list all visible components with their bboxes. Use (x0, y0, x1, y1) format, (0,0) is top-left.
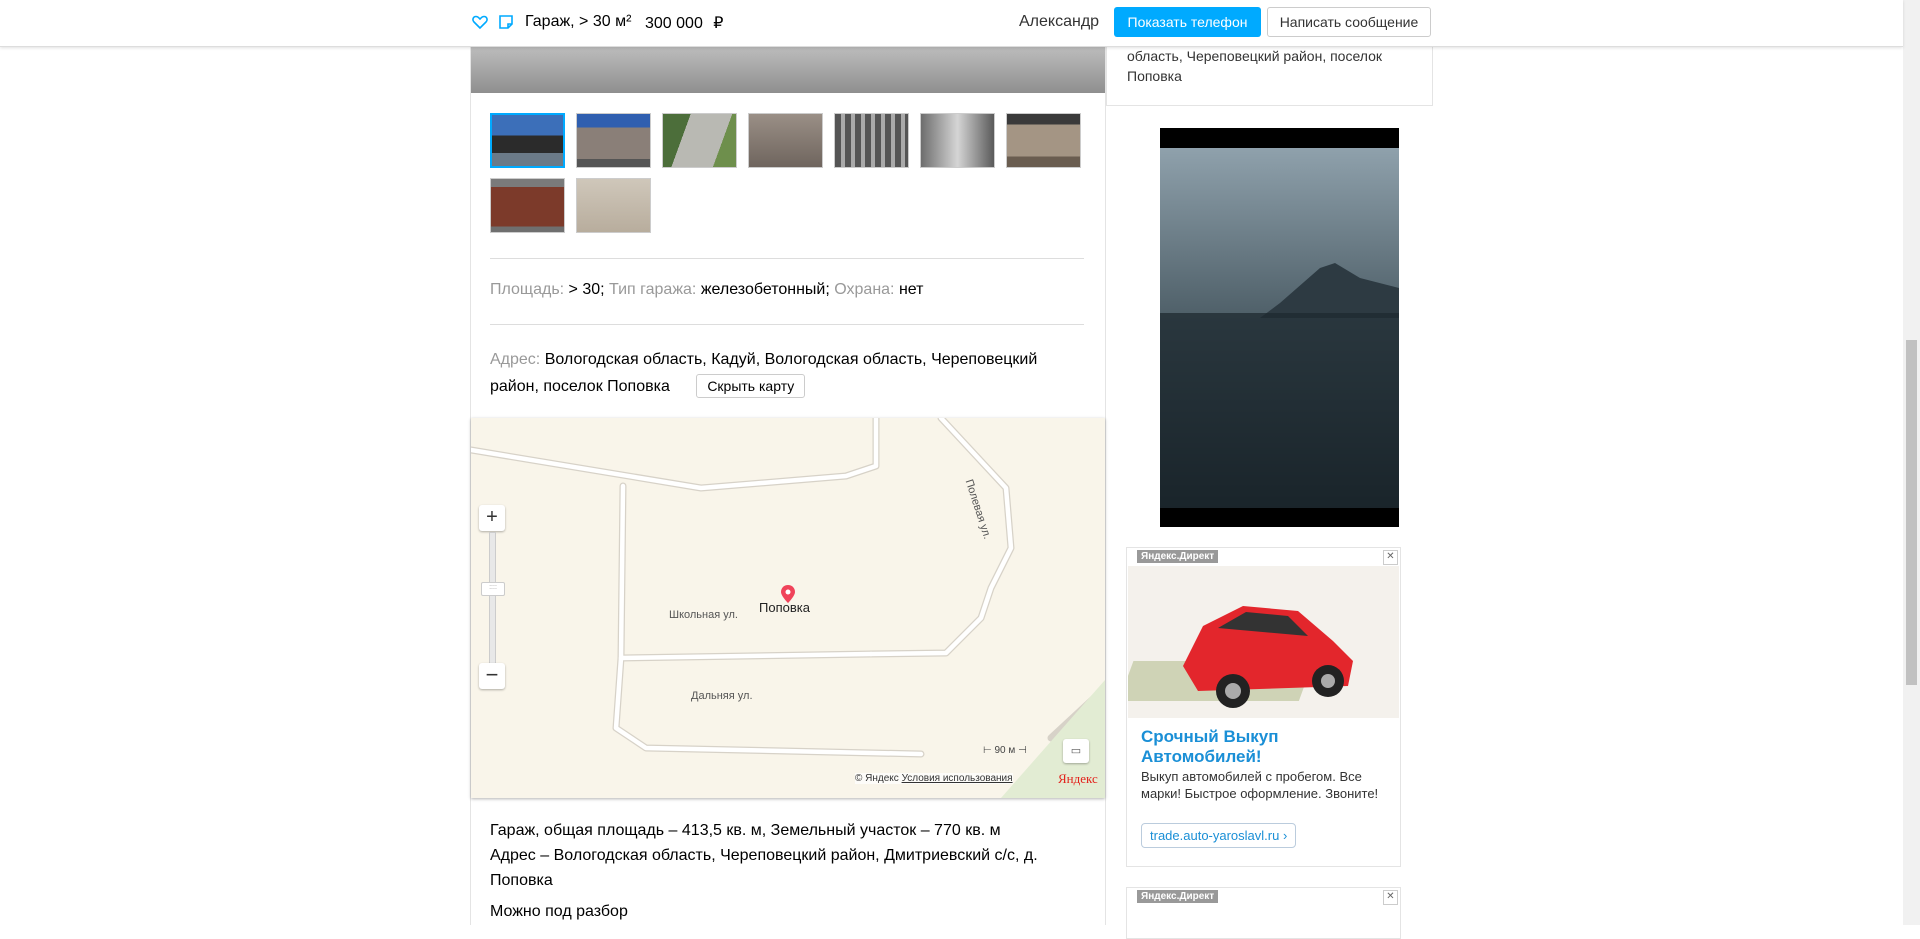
ad-text: Выкуп автомобилей с пробегом. Все марки!… (1141, 769, 1379, 801)
param-label: Площадь: (490, 281, 565, 298)
show-phone-button[interactable]: Показать телефон (1114, 7, 1261, 37)
scale-value: 90 м (994, 745, 1016, 756)
zoom-slider-handle[interactable]: :::: (481, 582, 505, 596)
price-value: 300 000 (645, 15, 703, 32)
scale-icon: ⊣ (1018, 745, 1027, 756)
sidebar-address-text: область, Череповецкий район, поселок Поп… (1127, 48, 1383, 84)
description-line: Адрес – Вологодская область, Череповецки… (490, 847, 1038, 889)
seller-name[interactable]: Александр (1019, 13, 1099, 31)
scrollbar-thumb[interactable] (1906, 340, 1917, 685)
write-message-button[interactable]: Написать сообщение (1267, 7, 1431, 37)
scale-icon: ⊢ (983, 745, 992, 756)
photo-thumb[interactable] (576, 178, 651, 233)
photo-thumb[interactable] (662, 113, 737, 168)
listing-params: Площадь: > 30; Тип гаража: железобетонны… (490, 281, 923, 299)
currency: ₽ (713, 15, 724, 32)
ad-label: Яндекс.Директ (1137, 890, 1219, 903)
photo-thumb[interactable] (490, 113, 565, 168)
zoom-out-button[interactable]: − (479, 663, 505, 689)
ruler-icon[interactable]: ▭ (1063, 739, 1089, 763)
map-scale: ⊢ 90 м ⊣ (983, 745, 1027, 756)
divider (490, 324, 1084, 325)
heart-icon[interactable] (472, 14, 488, 30)
video-ad[interactable] (1160, 128, 1399, 527)
map-street-label: Школьная ул. (669, 609, 738, 621)
ad-title[interactable]: Срочный Выкуп Автомобилей! (1141, 727, 1400, 767)
photo-thumb[interactable] (748, 113, 823, 168)
close-icon[interactable]: ✕ (1383, 550, 1398, 565)
yandex-map[interactable]: Полевая ул. Школьная ул. Дальняя ул. Поп… (471, 418, 1105, 798)
copyright-text: © Яндекс (855, 773, 899, 784)
terms-link[interactable]: Условия использования (902, 773, 1013, 784)
listing-price: 300 000 ₽ (645, 13, 723, 33)
map-place-label: Поповка (759, 600, 810, 615)
address-block: Адрес: Вологодская область, Кадуй, Волог… (490, 346, 1050, 400)
param-value: железобетонный; (700, 281, 830, 298)
car-image (1128, 606, 1353, 708)
listing-description: Гараж, общая площадь – 413,5 кв. м, Земе… (490, 818, 1080, 893)
yandex-direct-ad[interactable]: Яндекс.Директ ✕ (1126, 887, 1401, 939)
zoom-slider[interactable] (489, 532, 496, 664)
divider (490, 258, 1084, 259)
hide-map-button[interactable]: Скрыть карту (696, 374, 806, 398)
description-line: Можно под разбор (490, 903, 628, 920)
photo-thumb[interactable] (576, 113, 651, 168)
yandex-direct-ad[interactable]: Яндекс.Директ ✕ Срочный Выкуп Автомобиле… (1126, 547, 1401, 867)
address-label: Адрес: (490, 351, 541, 368)
photo-thumb[interactable] (1006, 113, 1081, 168)
ad-image[interactable] (1128, 566, 1399, 718)
listing-title: Гараж, > 30 м² (525, 13, 632, 30)
video-frame (1160, 148, 1399, 508)
description-line: Гараж, общая площадь – 413,5 кв. м, Земе… (490, 822, 1001, 839)
photo-thumb[interactable] (834, 113, 909, 168)
sticky-header: Гараж, > 30 м² 300 000 ₽ Александр Показ… (0, 0, 1903, 47)
photo-thumb[interactable] (490, 178, 565, 233)
photo-thumb[interactable] (920, 113, 995, 168)
sidebar-address: область, Череповецкий район, поселок Поп… (1106, 46, 1433, 106)
map-street-label: Дальняя ул. (691, 690, 753, 702)
note-icon[interactable] (498, 14, 514, 30)
yandex-logo[interactable]: Яндекс (1058, 771, 1098, 787)
close-icon[interactable]: ✕ (1383, 890, 1398, 905)
ad-label: Яндекс.Директ (1137, 550, 1219, 563)
zoom-in-button[interactable]: + (479, 505, 505, 531)
param-value: > 30; (568, 281, 605, 298)
main-photo[interactable] (471, 46, 1105, 93)
map-copyright: © Яндекс Условия использования (855, 773, 1013, 784)
scrollbar[interactable] (1903, 0, 1920, 925)
param-value: нет (898, 281, 924, 298)
ad-link[interactable]: trade.auto-yaroslavl.ru › (1141, 823, 1297, 848)
param-label: Тип гаража: (609, 281, 697, 298)
divider (1105, 46, 1106, 925)
param-label: Охрана: (834, 281, 895, 298)
